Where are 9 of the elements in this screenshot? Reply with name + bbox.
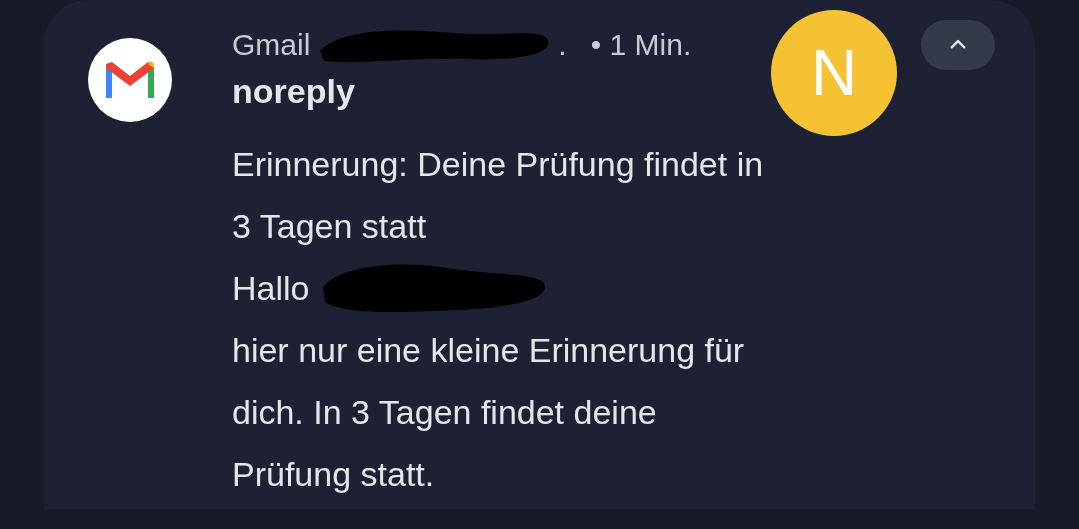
email-body: hier nur eine kleine Erinnerung für dich. In 3 Tagen findet deine Prüfung statt. xyxy=(232,330,746,495)
greeting-text: Hallo xyxy=(232,268,310,309)
sender-name: noreply xyxy=(232,71,356,112)
timestamp: • 1 Min. xyxy=(590,26,692,63)
email-subject: Erinnerung: Deine Prüfung findet in 3 Tagen statt xyxy=(232,144,765,247)
app-name: Gmail xyxy=(232,26,311,63)
collapse-button[interactable] xyxy=(921,20,995,70)
separator-text: . xyxy=(558,26,567,63)
sender-avatar: N xyxy=(771,10,897,136)
